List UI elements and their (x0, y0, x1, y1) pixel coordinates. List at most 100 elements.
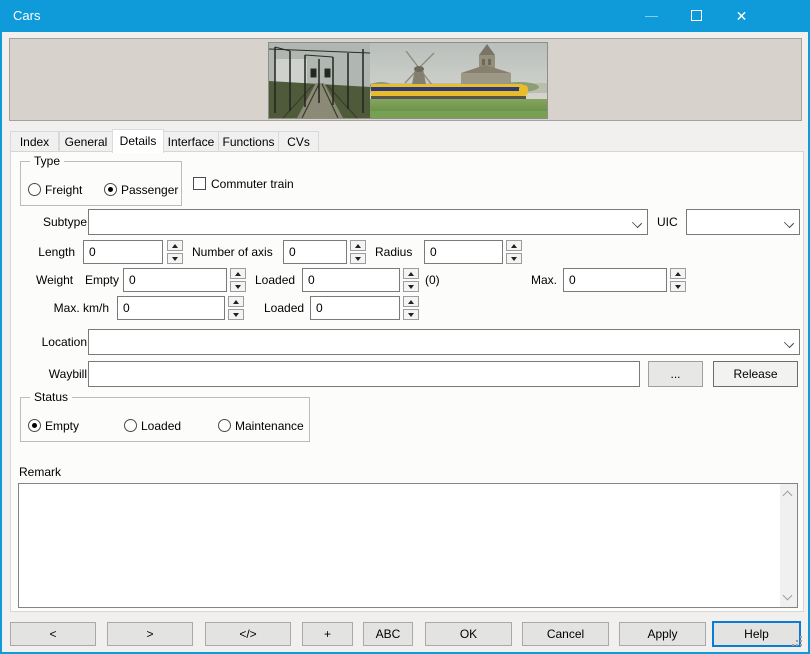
type-group-label: Type (30, 154, 64, 169)
waybill-input[interactable] (88, 361, 640, 387)
weight-max-input[interactable] (563, 268, 667, 292)
passenger-radio-label[interactable]: Passenger (121, 182, 178, 198)
weight-loaded-label: Loaded (255, 272, 295, 288)
uic-combobox[interactable] (686, 209, 800, 235)
spin-down-icon[interactable] (228, 309, 244, 320)
spin-up-icon[interactable] (670, 268, 686, 279)
waybill-label: Waybill (21, 366, 87, 382)
title-bar[interactable]: Cars — ✕ (0, 0, 810, 32)
spin-up-icon[interactable] (403, 268, 419, 279)
tab-functions[interactable]: Functions (218, 131, 279, 152)
apply-button[interactable]: Apply (619, 622, 706, 646)
status-maintenance-radio[interactable] (218, 419, 231, 432)
spin-up-icon[interactable] (167, 240, 183, 251)
kmh-loaded-spinner[interactable] (403, 296, 419, 320)
passenger-radio[interactable] (104, 183, 117, 196)
type-groupbox: Type Freight Passenger (20, 161, 182, 206)
subtype-combobox[interactable] (88, 209, 648, 235)
minimize-button[interactable]: — (629, 0, 674, 32)
weight-empty-spinner[interactable] (230, 268, 246, 292)
commuter-train-checkbox[interactable] (193, 177, 206, 190)
axes-spinner[interactable] (350, 240, 366, 264)
location-combobox[interactable] (88, 329, 800, 355)
next-button[interactable]: > (107, 622, 193, 646)
uic-input[interactable] (688, 211, 778, 233)
prev-button[interactable]: < (10, 622, 96, 646)
weight-empty-label: Empty (85, 272, 119, 288)
close-button[interactable]: ✕ (719, 0, 764, 32)
remark-label: Remark (19, 464, 61, 480)
waybill-browse-button[interactable]: ... (648, 361, 703, 387)
details-tab-page: Type Freight Passenger Commuter train Su… (10, 151, 804, 612)
spin-up-icon[interactable] (506, 240, 522, 251)
status-loaded-radio[interactable] (124, 419, 137, 432)
radius-input[interactable] (424, 240, 503, 264)
length-spinner[interactable] (167, 240, 183, 264)
maximize-icon (691, 10, 702, 21)
weight-empty-input[interactable] (123, 268, 227, 292)
spin-up-icon[interactable] (350, 240, 366, 251)
chevron-down-icon[interactable] (633, 219, 641, 227)
remark-textarea[interactable] (19, 484, 780, 607)
spin-down-icon[interactable] (350, 253, 366, 264)
length-input[interactable] (83, 240, 163, 264)
maximize-button[interactable] (674, 0, 719, 32)
banner-photo (268, 42, 548, 119)
weight-loaded-hint: (0) (425, 272, 440, 288)
spin-down-icon[interactable] (670, 281, 686, 292)
kmh-loaded-input[interactable] (310, 296, 400, 320)
spin-up-icon[interactable] (228, 296, 244, 307)
freight-radio-label[interactable]: Freight (45, 182, 82, 198)
weight-max-spinner[interactable] (670, 268, 686, 292)
max-kmh-spinner[interactable] (228, 296, 244, 320)
help-button[interactable]: Help (712, 621, 801, 647)
tab-cvs[interactable]: CVs (278, 131, 319, 152)
resize-grip[interactable] (792, 636, 804, 648)
spin-down-icon[interactable] (403, 281, 419, 292)
tab-index[interactable]: Index (10, 131, 59, 152)
spin-up-icon[interactable] (403, 296, 419, 307)
spin-down-icon[interactable] (230, 281, 246, 292)
commuter-train-label[interactable]: Commuter train (211, 176, 294, 192)
max-kmh-input[interactable] (117, 296, 225, 320)
window-title: Cars (13, 8, 40, 23)
radius-spinner[interactable] (506, 240, 522, 264)
max-kmh-label: Max. km/h (21, 300, 109, 316)
cancel-button[interactable]: Cancel (522, 622, 609, 646)
waybill-release-button[interactable]: Release (713, 361, 798, 387)
subtype-input[interactable] (90, 211, 626, 233)
status-maintenance-label[interactable]: Maintenance (235, 418, 304, 434)
remark-scrollbar[interactable] (780, 484, 797, 607)
axes-input[interactable] (283, 240, 347, 264)
banner-panel (9, 38, 802, 121)
chevron-down-icon[interactable] (785, 219, 793, 227)
weight-label: Weight (36, 272, 73, 288)
scroll-up-icon[interactable] (784, 490, 792, 498)
status-group-label: Status (30, 390, 72, 405)
code-button[interactable]: </> (205, 622, 291, 646)
spin-down-icon[interactable] (403, 309, 419, 320)
scroll-down-icon[interactable] (784, 593, 792, 601)
uic-label: UIC (657, 214, 678, 230)
location-input[interactable] (90, 331, 778, 353)
weight-loaded-spinner[interactable] (403, 268, 419, 292)
status-empty-label[interactable]: Empty (45, 418, 79, 434)
status-empty-radio[interactable] (28, 419, 41, 432)
subtype-label: Subtype (21, 214, 87, 230)
radius-label: Radius (375, 244, 412, 260)
tab-details[interactable]: Details (112, 129, 164, 153)
freight-radio[interactable] (28, 183, 41, 196)
spin-down-icon[interactable] (506, 253, 522, 264)
spin-down-icon[interactable] (167, 253, 183, 264)
tab-general[interactable]: General (59, 131, 113, 152)
chevron-down-icon[interactable] (785, 339, 793, 347)
railway-photo-graphic (269, 43, 547, 118)
add-button[interactable]: + (302, 622, 353, 646)
ok-button[interactable]: OK (425, 622, 512, 646)
abc-button[interactable]: ABC (363, 622, 413, 646)
spin-up-icon[interactable] (230, 268, 246, 279)
remark-field-frame (18, 483, 798, 608)
weight-loaded-input[interactable] (302, 268, 400, 292)
status-loaded-label[interactable]: Loaded (141, 418, 181, 434)
tab-interface[interactable]: Interface (163, 131, 219, 152)
